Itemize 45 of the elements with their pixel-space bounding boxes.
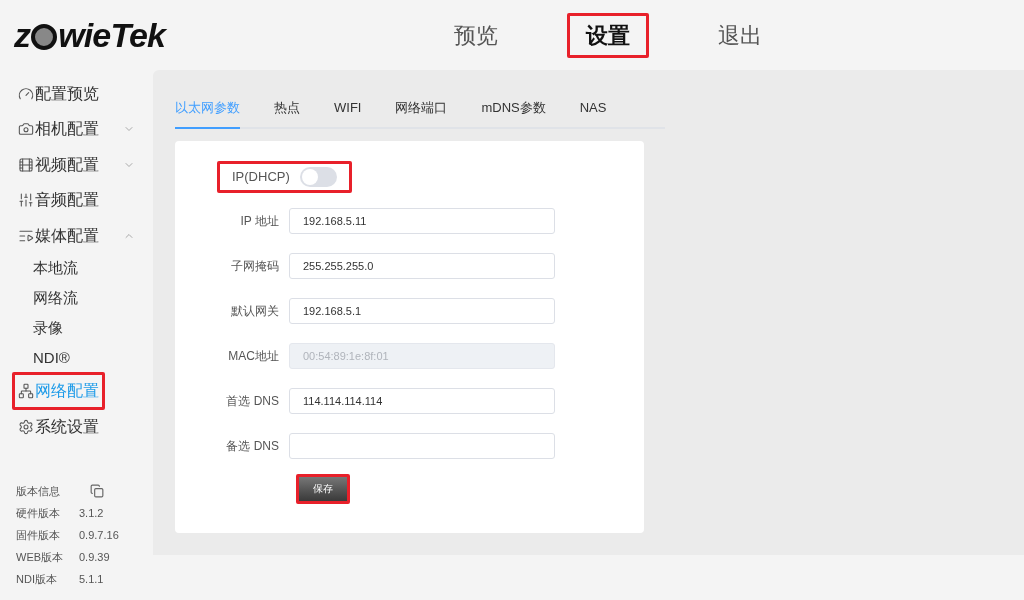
version-value: 5.1.1: [79, 571, 104, 587]
logo: z wieTek: [14, 18, 166, 52]
gear-icon: [18, 418, 34, 435]
nav-tab[interactable]: 设置: [567, 12, 650, 58]
version-label: NDI版本: [16, 571, 58, 587]
text-field[interactable]: 114.114.114.114: [289, 387, 555, 414]
dhcp-toggle[interactable]: [299, 166, 337, 187]
copy-icon[interactable]: [90, 484, 104, 498]
version-value: 0.9.39: [79, 549, 110, 565]
settings-tab[interactable]: WIFI: [334, 98, 362, 129]
version-label: 固件版本: [16, 527, 61, 543]
field-label: 首选 DNS: [225, 392, 280, 410]
sidebar-item[interactable]: 配置预览: [12, 74, 105, 113]
nav-tab[interactable]: 预览: [435, 12, 518, 58]
camera-icon: [18, 121, 34, 138]
settings-tab[interactable]: mDNS参数: [481, 98, 546, 129]
sidebar-subitem[interactable]: 录像: [33, 317, 63, 340]
field-label: MAC地址: [227, 347, 280, 365]
settings-tab[interactable]: NAS: [579, 98, 607, 129]
version-value: 0.9.7.16: [79, 527, 119, 543]
sidebar-subitem[interactable]: NDI®: [33, 347, 70, 370]
text-field[interactable]: 192.168.5.11: [289, 207, 555, 234]
film-icon: [18, 156, 34, 173]
network-icon: [18, 383, 34, 400]
field-label: IP 地址: [239, 212, 280, 230]
text-field[interactable]: [289, 432, 555, 459]
settings-tab[interactable]: 热点: [274, 98, 300, 129]
logo-ring-icon: [31, 24, 58, 50]
save-button[interactable]: 保存: [296, 473, 350, 504]
field-label: 默认网关: [230, 302, 280, 320]
text-field[interactable]: 255.255.255.0: [289, 252, 555, 279]
dhcp-label: IP(DHCP): [232, 167, 290, 186]
settings-tab[interactable]: 网络端口: [395, 98, 448, 129]
version-label: WEB版本: [16, 549, 65, 565]
nav-tab[interactable]: 退出: [699, 12, 782, 58]
sliders-icon: [18, 192, 34, 209]
sidebar-subitem[interactable]: 本地流: [33, 257, 78, 280]
text-field[interactable]: 192.168.5.1: [289, 297, 555, 324]
version-value: 3.1.2: [79, 505, 104, 521]
gauge-icon: [18, 85, 34, 102]
version-info-title: 版本信息: [16, 483, 61, 499]
version-label: 硬件版本: [16, 505, 61, 521]
field-label: 备选 DNS: [225, 437, 280, 455]
sidebar-subitem[interactable]: 网络流: [33, 287, 78, 310]
field-label: 子网掩码: [230, 257, 280, 275]
